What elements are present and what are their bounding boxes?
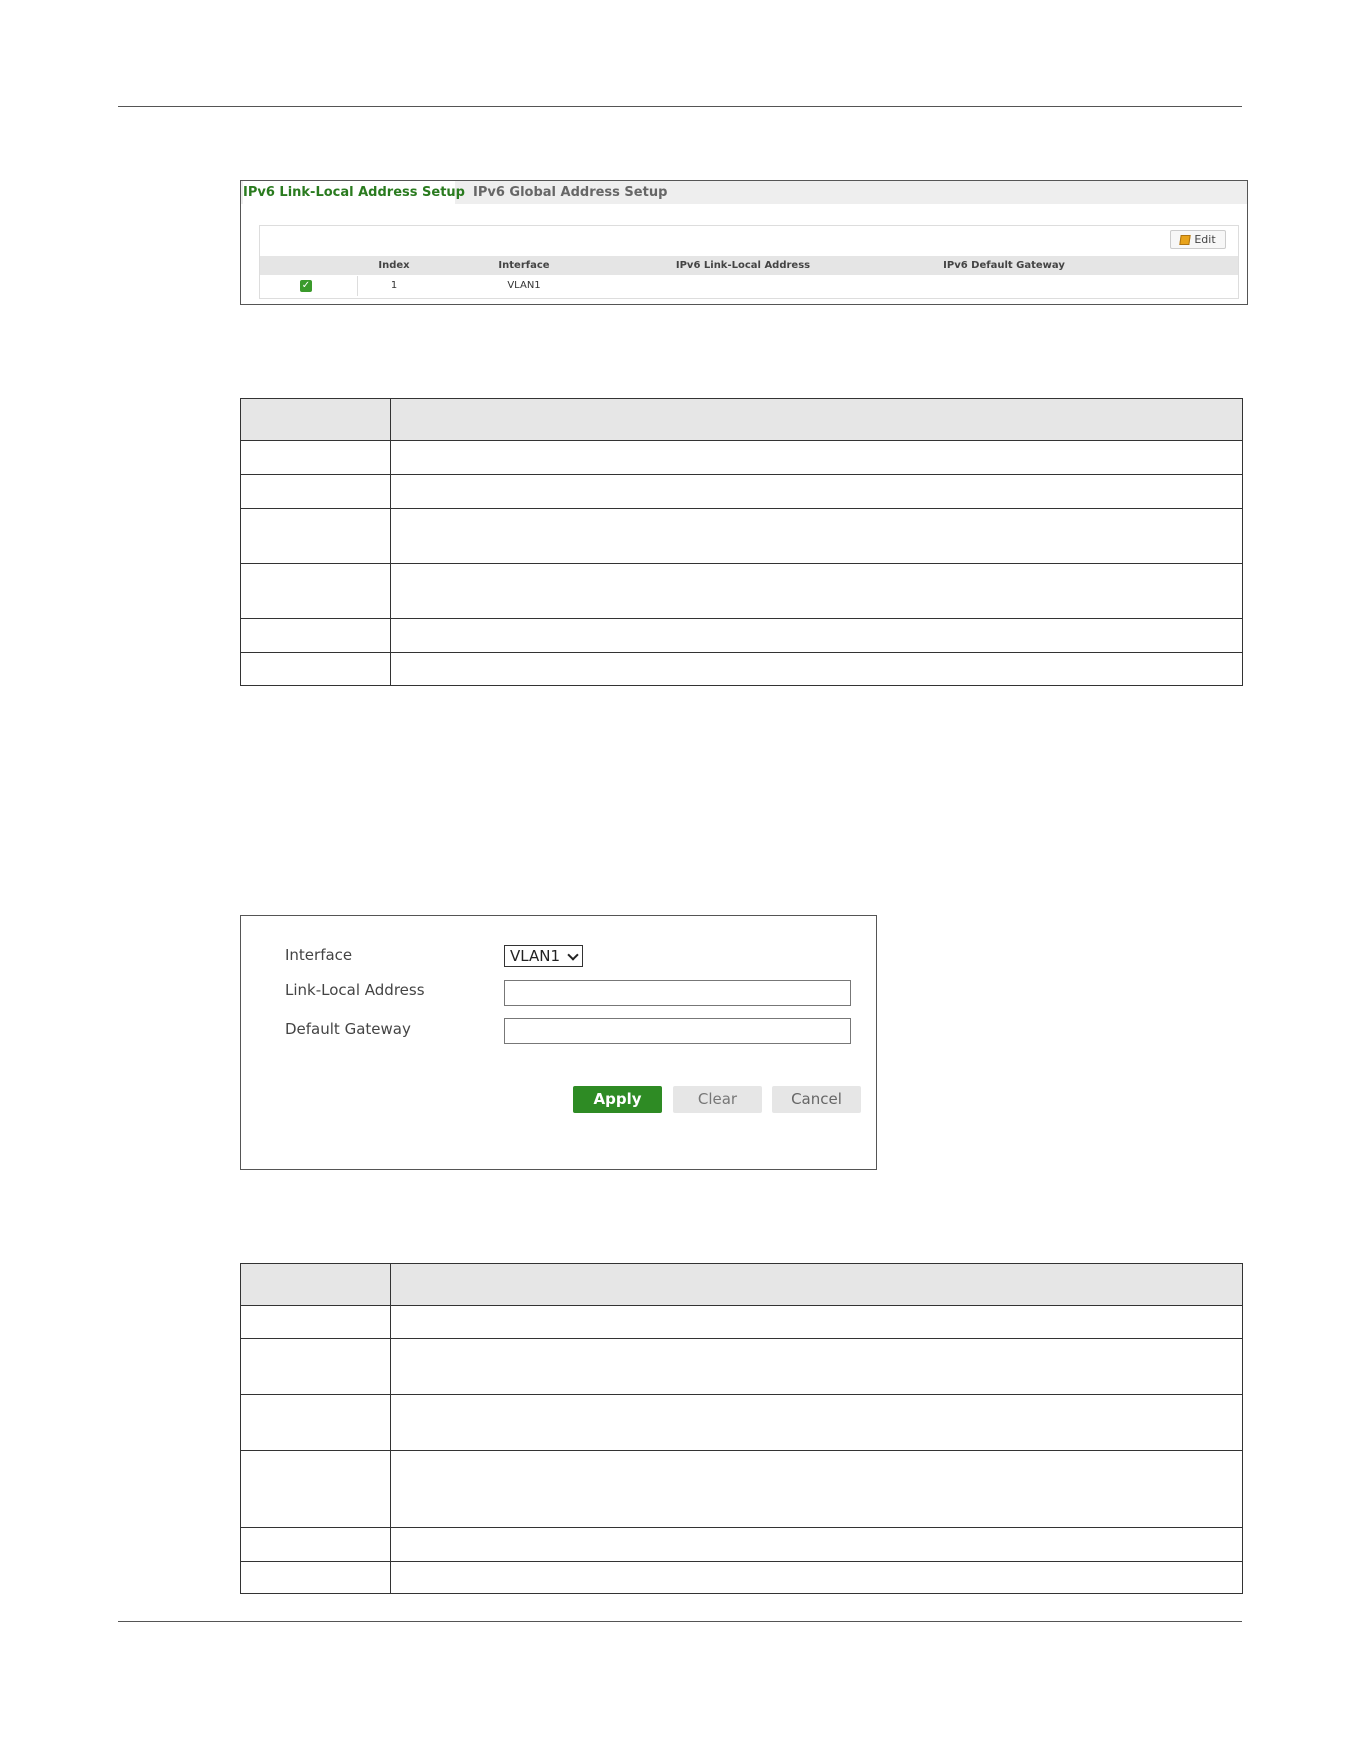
table-row: [241, 563, 1242, 618]
column-header-interface: Interface: [498, 260, 550, 271]
footer-rule: [118, 1621, 1242, 1622]
link-local-label: Link-Local Address: [285, 981, 425, 999]
default-gateway-label: Default Gateway: [285, 1020, 411, 1038]
description-table-1: [240, 398, 1243, 686]
default-gateway-input[interactable]: [504, 1018, 851, 1044]
tab-bar: IPv6 Link-Local Address Setup IPv6 Globa…: [241, 181, 1247, 204]
clear-button[interactable]: Clear: [673, 1086, 762, 1113]
row-interface: VLAN1: [507, 280, 541, 291]
interface-label: Interface: [285, 946, 353, 964]
table-row: [241, 652, 1242, 685]
table-row: [241, 1527, 1242, 1561]
pencil-icon: [1179, 234, 1192, 245]
tab-global-setup[interactable]: IPv6 Global Address Setup: [473, 181, 667, 204]
ipv6-setup-panel: IPv6 Link-Local Address Setup IPv6 Globa…: [240, 180, 1248, 305]
list-row[interactable]: ✓ 1 VLAN1: [260, 276, 1238, 296]
cancel-button[interactable]: Cancel: [772, 1086, 861, 1113]
edit-form-panel: Interface VLAN1 Link-Local Address Defau…: [240, 915, 877, 1170]
table-row: [241, 618, 1242, 652]
description-table-2: [240, 1263, 1243, 1594]
header-rule: [118, 106, 1242, 107]
table-row: [241, 508, 1242, 563]
table-header-row: [241, 399, 1242, 440]
table-row: [241, 440, 1242, 474]
table-row: [241, 1450, 1242, 1527]
table-row: [241, 474, 1242, 508]
table-row: [241, 1305, 1242, 1338]
row-index: 1: [390, 280, 398, 291]
apply-button[interactable]: Apply: [573, 1086, 662, 1113]
link-local-address-input[interactable]: [504, 980, 851, 1006]
tab-link-local-setup[interactable]: IPv6 Link-Local Address Setup: [243, 181, 465, 204]
table-row: [241, 1394, 1242, 1450]
column-header-index: Index: [378, 260, 410, 271]
table-row: [241, 1338, 1242, 1394]
chevron-down-icon: [567, 949, 579, 961]
table-row: [241, 1561, 1242, 1593]
interface-select-value: VLAN1: [510, 947, 560, 965]
interface-select[interactable]: VLAN1: [504, 945, 583, 967]
list-header: Index Interface IPv6 Link-Local Address …: [260, 256, 1238, 275]
row-divider: [357, 276, 358, 296]
edit-button[interactable]: Edit: [1170, 230, 1226, 249]
column-header-link-local: IPv6 Link-Local Address: [675, 260, 811, 271]
table-header-row: [241, 1264, 1242, 1305]
edit-button-label: Edit: [1194, 233, 1216, 246]
address-list: Edit Index Interface IPv6 Link-Local Add…: [259, 225, 1239, 299]
column-header-gateway: IPv6 Default Gateway: [943, 260, 1065, 271]
checkbox-checked-icon[interactable]: ✓: [300, 280, 312, 292]
